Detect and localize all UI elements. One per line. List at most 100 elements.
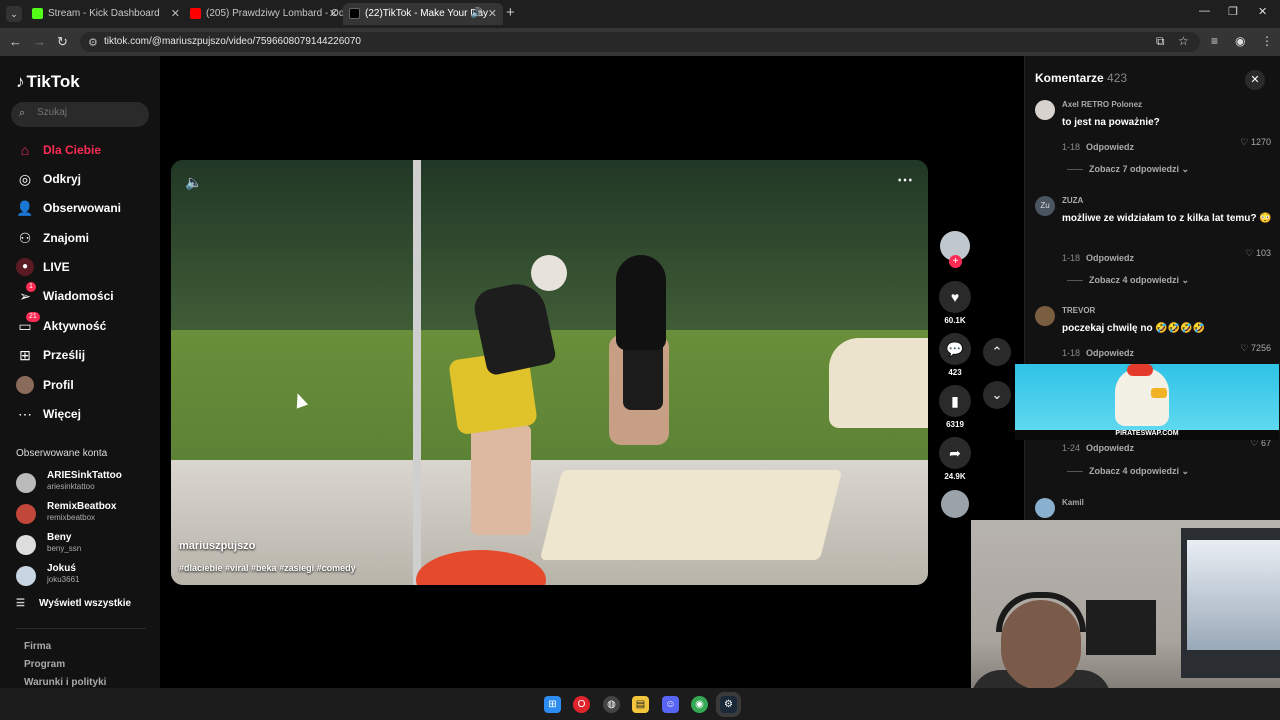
nav-przeslij[interactable]: ⊞ Prześlij [16, 346, 156, 366]
nav-odkryj[interactable]: ◎ Odkryj [16, 170, 156, 190]
tab-tiktok[interactable]: (22)TikTok - Make Your Day 🔊 ✕ [343, 3, 503, 25]
close-icon[interactable]: ✕ [171, 3, 180, 25]
bookmark-star-icon[interactable]: ☆ [1178, 34, 1189, 48]
nav-wiecej[interactable]: ⋯ Więcej [16, 405, 156, 425]
nav-aktywnosc[interactable]: ▭ 21 Aktywność [16, 312, 156, 337]
account-item[interactable]: RemixBeatbox remixbeatbox [16, 501, 156, 527]
nav-live[interactable]: ● LIVE [16, 258, 156, 278]
search-box[interactable]: ⌕ [11, 102, 149, 127]
forward-icon[interactable]: → [33, 34, 46, 49]
view-replies-button[interactable]: Zobacz 4 odpowiedzi ⌄ [1067, 466, 1189, 477]
compass-icon: ◎ [18, 171, 32, 187]
account-item[interactable]: Jokuś joku3661 [16, 563, 156, 589]
share-count: 24.9K [944, 472, 966, 481]
obs-icon[interactable]: ◍ [603, 696, 620, 713]
comment-user[interactable]: Axel RETRO Polonez [1062, 100, 1142, 109]
avatar[interactable] [1035, 306, 1055, 326]
video-author[interactable]: mariuszpujszo [179, 540, 255, 552]
music-disc-avatar[interactable] [941, 490, 969, 518]
comment-user[interactable]: Kamil [1062, 498, 1084, 507]
new-tab-button[interactable]: + [506, 4, 515, 21]
avatar[interactable] [1035, 498, 1055, 518]
comment-like-button[interactable]: ♡ 103 [1245, 248, 1271, 259]
tab-search-icon[interactable]: ⌄ [6, 6, 22, 22]
discord-icon[interactable]: ☺ [662, 696, 679, 713]
nav-znajomi[interactable]: ⚇ Znajomi [16, 229, 156, 249]
avatar[interactable] [1035, 100, 1055, 120]
files-icon[interactable]: ▤ [632, 696, 649, 713]
reply-button[interactable]: Odpowiedz [1086, 253, 1134, 263]
like-button[interactable]: ♥ 60.1K [939, 281, 971, 325]
more-options-icon[interactable]: ⋯ [897, 170, 914, 190]
video-player[interactable]: 🔈 ⋯ mariuszpujszo #dlaciebie #viral #bek… [171, 160, 928, 585]
reply-button[interactable]: Odpowiedz [1086, 142, 1134, 152]
bookmark-icon: ▮ [939, 385, 971, 417]
avatar [16, 473, 36, 493]
tiktok-logo[interactable]: ♪ TikTok [16, 72, 80, 92]
nav-wiadomosci[interactable]: ➢ 1 Wiadomości [16, 282, 156, 307]
close-icon[interactable]: ✕ [1245, 70, 1265, 90]
tab-youtube[interactable]: (205) Prawdziwy Lombard - Od ✕ [184, 3, 344, 25]
user-plus-icon: 👤 [16, 200, 34, 216]
minimize-icon[interactable]: — [1199, 5, 1210, 17]
nav-obserwowani[interactable]: 👤 Obserwowani [16, 199, 156, 219]
tab-kick[interactable]: Stream - Kick Dashboard ✕ [26, 3, 186, 25]
opera-icon[interactable]: O [573, 696, 590, 713]
account-item[interactable]: ARIESinkTattoo ariesinktattoo [16, 470, 156, 496]
avatar[interactable]: Zu [1035, 196, 1055, 216]
close-icon[interactable]: ✕ [329, 3, 338, 25]
reply-button[interactable]: Odpowiedz [1086, 443, 1134, 453]
chevron-down-icon: ⌄ [991, 387, 1003, 402]
view-replies-button[interactable]: Zobacz 7 odpowiedzi ⌄ [1067, 164, 1189, 175]
restore-icon[interactable]: ❐ [1228, 5, 1238, 18]
show-all-button[interactable]: ☰ Wyświetl wszystkie [16, 598, 131, 609]
reply-button[interactable]: Odpowiedz [1086, 348, 1134, 358]
steam-icon[interactable]: ⚙ [720, 696, 737, 713]
comment-like-button[interactable]: ♡ 7256 [1240, 343, 1271, 354]
close-window-icon[interactable]: ✕ [1258, 5, 1267, 18]
comment-meta: 1-18 Odpowiedz [1062, 248, 1134, 266]
comment-user[interactable]: ZUZA [1062, 196, 1083, 205]
next-video-button[interactable]: ⌄ [983, 381, 1011, 409]
install-app-icon[interactable]: ⧉ [1156, 34, 1165, 49]
menu-icon[interactable]: ⋮ [1261, 34, 1273, 48]
friends-icon: ⚇ [18, 230, 32, 246]
comment-user[interactable]: TREVOR [1062, 306, 1095, 315]
close-icon[interactable]: ✕ [488, 3, 497, 25]
view-replies-button[interactable]: Zobacz 4 odpowiedzi ⌄ [1067, 275, 1189, 286]
back-icon[interactable]: ← [9, 34, 22, 49]
webcam-pc [1086, 600, 1156, 655]
nav-profil[interactable]: Profil [16, 376, 156, 396]
save-button[interactable]: ▮ 6319 [939, 385, 971, 429]
profile-icon[interactable]: ◉ [1235, 34, 1245, 48]
heart-icon: ♥ [939, 281, 971, 313]
windows-icon[interactable]: ⊞ [544, 696, 561, 713]
follow-plus-icon[interactable]: + [949, 255, 962, 268]
previous-video-button[interactable]: ⌃ [983, 338, 1011, 366]
volume-icon[interactable]: 🔈 [185, 174, 202, 191]
profile-icon [16, 376, 34, 394]
account-item[interactable]: Beny beny_ssn [16, 532, 156, 558]
chrome-icon[interactable]: ◉ [691, 696, 708, 713]
like-count: 60.1K [944, 316, 966, 325]
share-button[interactable]: ➦ 24.9K [939, 437, 971, 481]
comment-like-button[interactable]: ♡ 1270 [1240, 137, 1271, 148]
home-icon: ⌂ [20, 142, 30, 158]
speaker-icon[interactable]: 🔊 [471, 3, 483, 25]
url-field[interactable]: ⚙ tiktok.com/@mariuszpujszo/video/759660… [80, 32, 1200, 52]
account-handle: beny_ssn [47, 544, 82, 553]
comment-button[interactable]: 💬 423 [939, 333, 971, 377]
site-info-icon[interactable]: ⚙ [88, 36, 98, 49]
reload-icon[interactable]: ↻ [57, 34, 68, 50]
search-input[interactable] [37, 107, 137, 118]
media-controls-icon[interactable]: ≡ [1211, 34, 1218, 48]
comment-like-count: 7256 [1250, 343, 1271, 353]
nav-label: Aktywność [43, 319, 107, 333]
video-hashtags[interactable]: #dlaciebie #viral #beka #zasiegi #comedy [179, 563, 356, 573]
nav-dla-ciebie[interactable]: ⌂ Dla Ciebie [16, 141, 156, 161]
footer-link-firma[interactable]: Firma [24, 641, 51, 652]
footer-link-program[interactable]: Program [24, 659, 65, 670]
notification-badge: 1 [26, 282, 36, 292]
comment-text: poczekaj chwilę no 🤣🤣🤣🤣 [1062, 323, 1206, 334]
footer-link-terms[interactable]: Warunki i polityki [24, 677, 106, 688]
